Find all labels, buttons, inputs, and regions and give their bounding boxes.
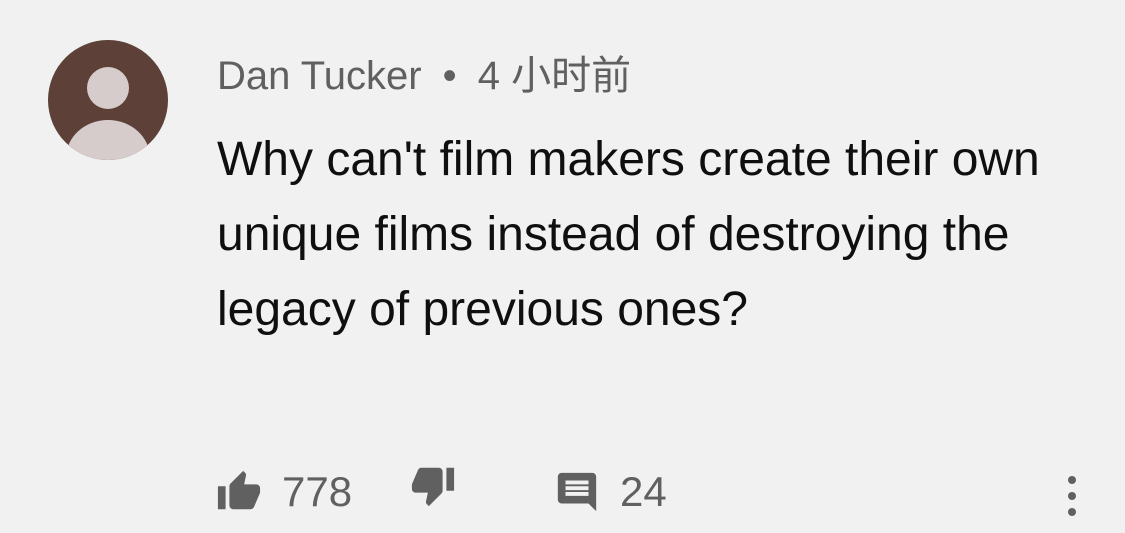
author-name[interactable]: Dan Tucker [217,54,422,98]
comment-item: Dan Tucker • 4 小时前 Why can't film makers… [0,0,1125,516]
comment-timestamp[interactable]: 4 小时前 [478,54,631,98]
comment-text: Why can't film makers create their own u… [217,133,1040,336]
dislike-button[interactable] [410,462,456,508]
avatar[interactable] [48,40,168,160]
reply-button[interactable]: 24 [554,462,667,522]
comment-meta: Dan Tucker • 4 小时前 [217,50,631,102]
meta-separator: • [442,54,457,98]
comment-icon [557,472,597,512]
like-count: 778 [282,468,353,515]
like-button[interactable]: 778 [216,462,352,522]
thumbs-up-icon [217,470,261,510]
comment-actions: 778 24 [0,462,1125,522]
reply-count: 24 [620,468,667,515]
more-options-button[interactable] [1062,468,1082,528]
thumbs-down-icon [411,467,455,507]
default-avatar-icon [66,67,150,160]
more-vertical-icon [1068,476,1076,516]
